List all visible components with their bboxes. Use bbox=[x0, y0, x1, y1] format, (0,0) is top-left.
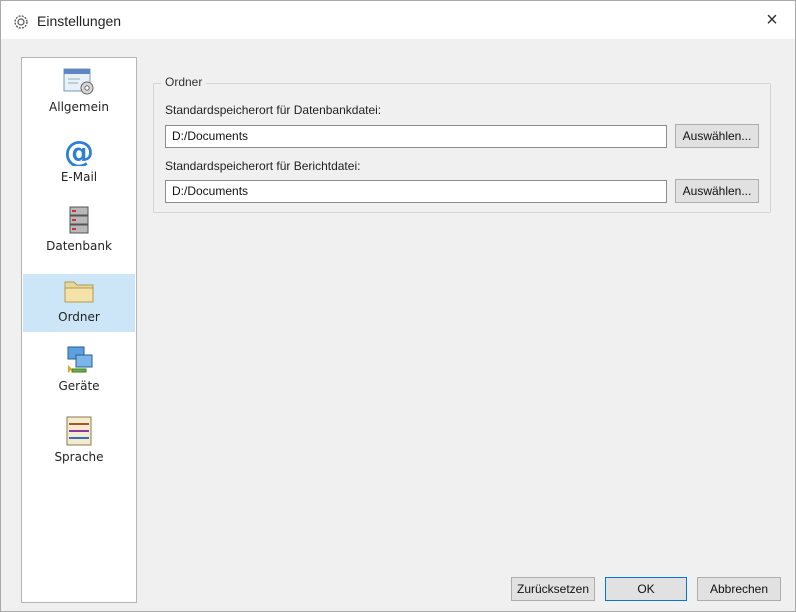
sidebar-item-sprache[interactable]: Sprache bbox=[23, 414, 135, 472]
language-icon bbox=[62, 416, 96, 446]
sidebar-item-label: Ordner bbox=[58, 310, 100, 324]
sidebar-item-email[interactable]: @ E-Mail bbox=[23, 134, 135, 192]
gear-icon bbox=[13, 14, 29, 30]
sidebar-item-label: Datenbank bbox=[46, 239, 112, 253]
sidebar-item-label: Geräte bbox=[58, 379, 100, 393]
report-location-input[interactable]: D:/Documents bbox=[165, 180, 667, 203]
database-icon bbox=[62, 205, 96, 235]
devices-icon bbox=[62, 345, 96, 375]
database-browse-button[interactable]: Auswählen... bbox=[675, 124, 759, 148]
report-browse-button[interactable]: Auswählen... bbox=[675, 179, 759, 203]
cancel-button[interactable]: Abbrechen bbox=[697, 577, 781, 601]
sidebar-item-allgemein[interactable]: Allgemein bbox=[23, 64, 135, 122]
svg-text:@: @ bbox=[64, 136, 94, 166]
title-bar: Einstellungen × bbox=[1, 1, 795, 39]
folders-group-title: Ordner bbox=[161, 75, 207, 89]
sidebar-item-geraete[interactable]: Geräte bbox=[23, 343, 135, 401]
database-location-input[interactable]: D:/Documents bbox=[165, 125, 667, 148]
sidebar-item-label: E-Mail bbox=[60, 170, 98, 184]
sidebar-item-datenbank[interactable]: Datenbank bbox=[23, 203, 135, 261]
close-button[interactable]: × bbox=[749, 1, 795, 39]
sidebar-item-label: Sprache bbox=[54, 450, 104, 464]
settings-nav: Allgemein @ E-Mail Datenbank Ordner Gerä… bbox=[21, 57, 137, 603]
reset-button[interactable]: Zurücksetzen bbox=[511, 577, 595, 601]
close-icon: × bbox=[766, 8, 778, 31]
folder-icon bbox=[62, 276, 96, 306]
sidebar-item-label: Allgemein bbox=[49, 100, 109, 114]
settings-dialog: Einstellungen × Allgemein @ E-Mail Daten… bbox=[0, 0, 796, 612]
ok-button[interactable]: OK bbox=[605, 577, 687, 601]
general-settings-icon bbox=[62, 66, 96, 96]
window-title: Einstellungen bbox=[37, 13, 122, 29]
at-sign-icon: @ bbox=[62, 136, 96, 166]
report-location-label: Standardspeicherort für Berichtdatei: bbox=[165, 159, 361, 173]
sidebar-item-ordner[interactable]: Ordner bbox=[23, 274, 135, 332]
database-location-label: Standardspeicherort für Datenbankdatei: bbox=[165, 103, 382, 117]
